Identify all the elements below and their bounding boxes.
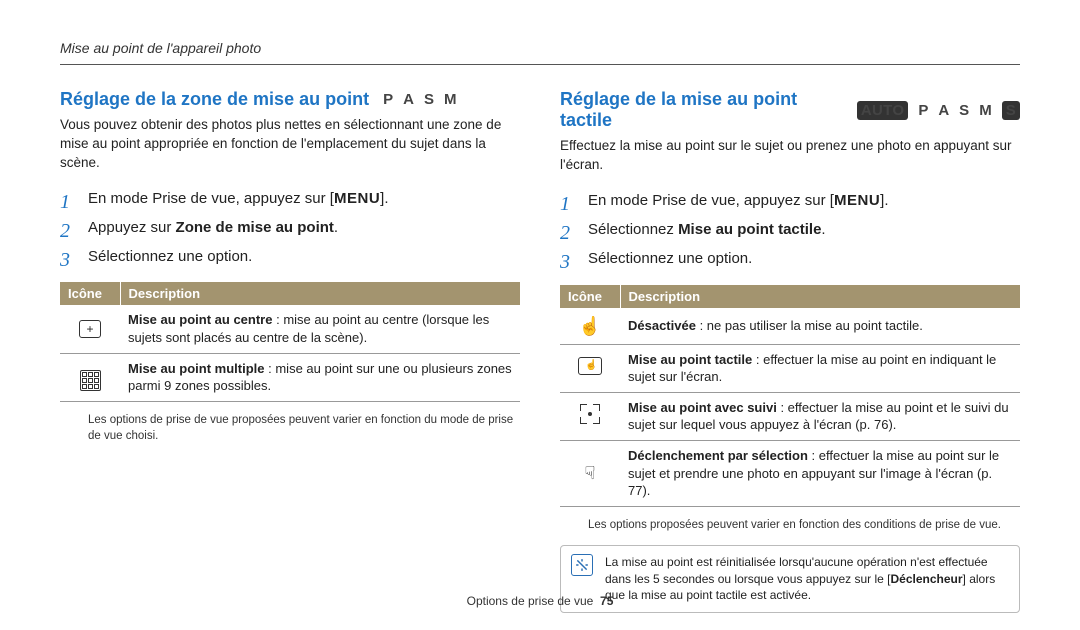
auto-pill-icon: AUTO (857, 101, 908, 120)
left-footnote: Les options de prise de vue proposées pe… (60, 412, 520, 444)
left-step-3: Sélectionnez une option. (60, 245, 520, 268)
mode-a: A (938, 102, 949, 119)
left-step-1: En mode Prise de vue, appuyez sur [MENU]… (60, 187, 520, 210)
touch-shutter-icon: ☟ (585, 463, 596, 483)
right-column: Réglage de la mise au point tactile AUTO… (560, 89, 1020, 613)
table-row: Mise au point avec suivi : effectuer la … (560, 392, 1020, 440)
mode-s: S (959, 102, 969, 119)
right-step-3: Sélectionnez une option. (560, 247, 1020, 270)
th-desc: Description (120, 282, 520, 305)
right-step-1: En mode Prise de vue, appuyez sur [MENU]… (560, 189, 1020, 212)
table-row: ☝ Désactivée : ne pas utiliser la mise a… (560, 308, 1020, 345)
touch-focus-icon (578, 357, 602, 375)
menu-label: MENU (834, 192, 880, 209)
table-row: + Mise au point au centre : mise au poin… (60, 305, 520, 353)
table-row: Mise au point multiple : mise au point s… (60, 353, 520, 401)
left-heading-text: Réglage de la zone de mise au point (60, 89, 369, 110)
touch-off-icon: ☝ (579, 316, 601, 336)
left-step-2: Appuyez sur Zone de mise au point. (60, 216, 520, 239)
table-row: Mise au point tactile : effectuer la mis… (560, 344, 1020, 392)
divider (60, 64, 1020, 65)
left-heading: Réglage de la zone de mise au point P A … (60, 89, 520, 110)
th-desc: Description (620, 285, 1020, 308)
right-footnote: Les options proposées peuvent varier en … (560, 517, 1020, 533)
left-intro: Vous pouvez obtenir des photos plus nett… (60, 116, 520, 173)
right-heading: Réglage de la mise au point tactile AUTO… (560, 89, 1020, 131)
right-table: Icône Description ☝ Désactivée : ne pas … (560, 285, 1020, 507)
right-intro: Effectuez la mise au point sur le sujet … (560, 137, 1020, 175)
info-icon (571, 554, 593, 576)
mode-p: P (383, 91, 393, 108)
mode-s: S (424, 91, 434, 108)
s-pill-icon: S (1002, 101, 1020, 120)
th-icon: Icône (560, 285, 620, 308)
tracking-focus-icon (580, 404, 600, 424)
left-column: Réglage de la zone de mise au point P A … (60, 89, 520, 613)
menu-label: MENU (334, 190, 380, 207)
table-row: ☟ Déclenchement par sélection : effectue… (560, 441, 1020, 507)
mode-p: P (918, 102, 928, 119)
left-mode-badges: P A S M (383, 91, 456, 108)
breadcrumb: Mise au point de l'appareil photo (60, 40, 1020, 56)
mode-m: M (444, 91, 457, 108)
page-footer: Options de prise de vue 75 (0, 594, 1080, 608)
th-icon: Icône (60, 282, 120, 305)
left-steps: En mode Prise de vue, appuyez sur [MENU]… (60, 187, 520, 269)
mode-a: A (403, 91, 414, 108)
right-mode-badges: AUTO P A S M S (857, 101, 1020, 120)
right-heading-text: Réglage de la mise au point tactile (560, 89, 843, 131)
multi-focus-icon (80, 370, 101, 391)
left-table: Icône Description + Mise au point au cen… (60, 282, 520, 401)
right-step-2: Sélectionnez Mise au point tactile. (560, 218, 1020, 241)
center-focus-icon: + (79, 320, 101, 338)
right-steps: En mode Prise de vue, appuyez sur [MENU]… (560, 189, 1020, 271)
mode-m: M (979, 102, 992, 119)
